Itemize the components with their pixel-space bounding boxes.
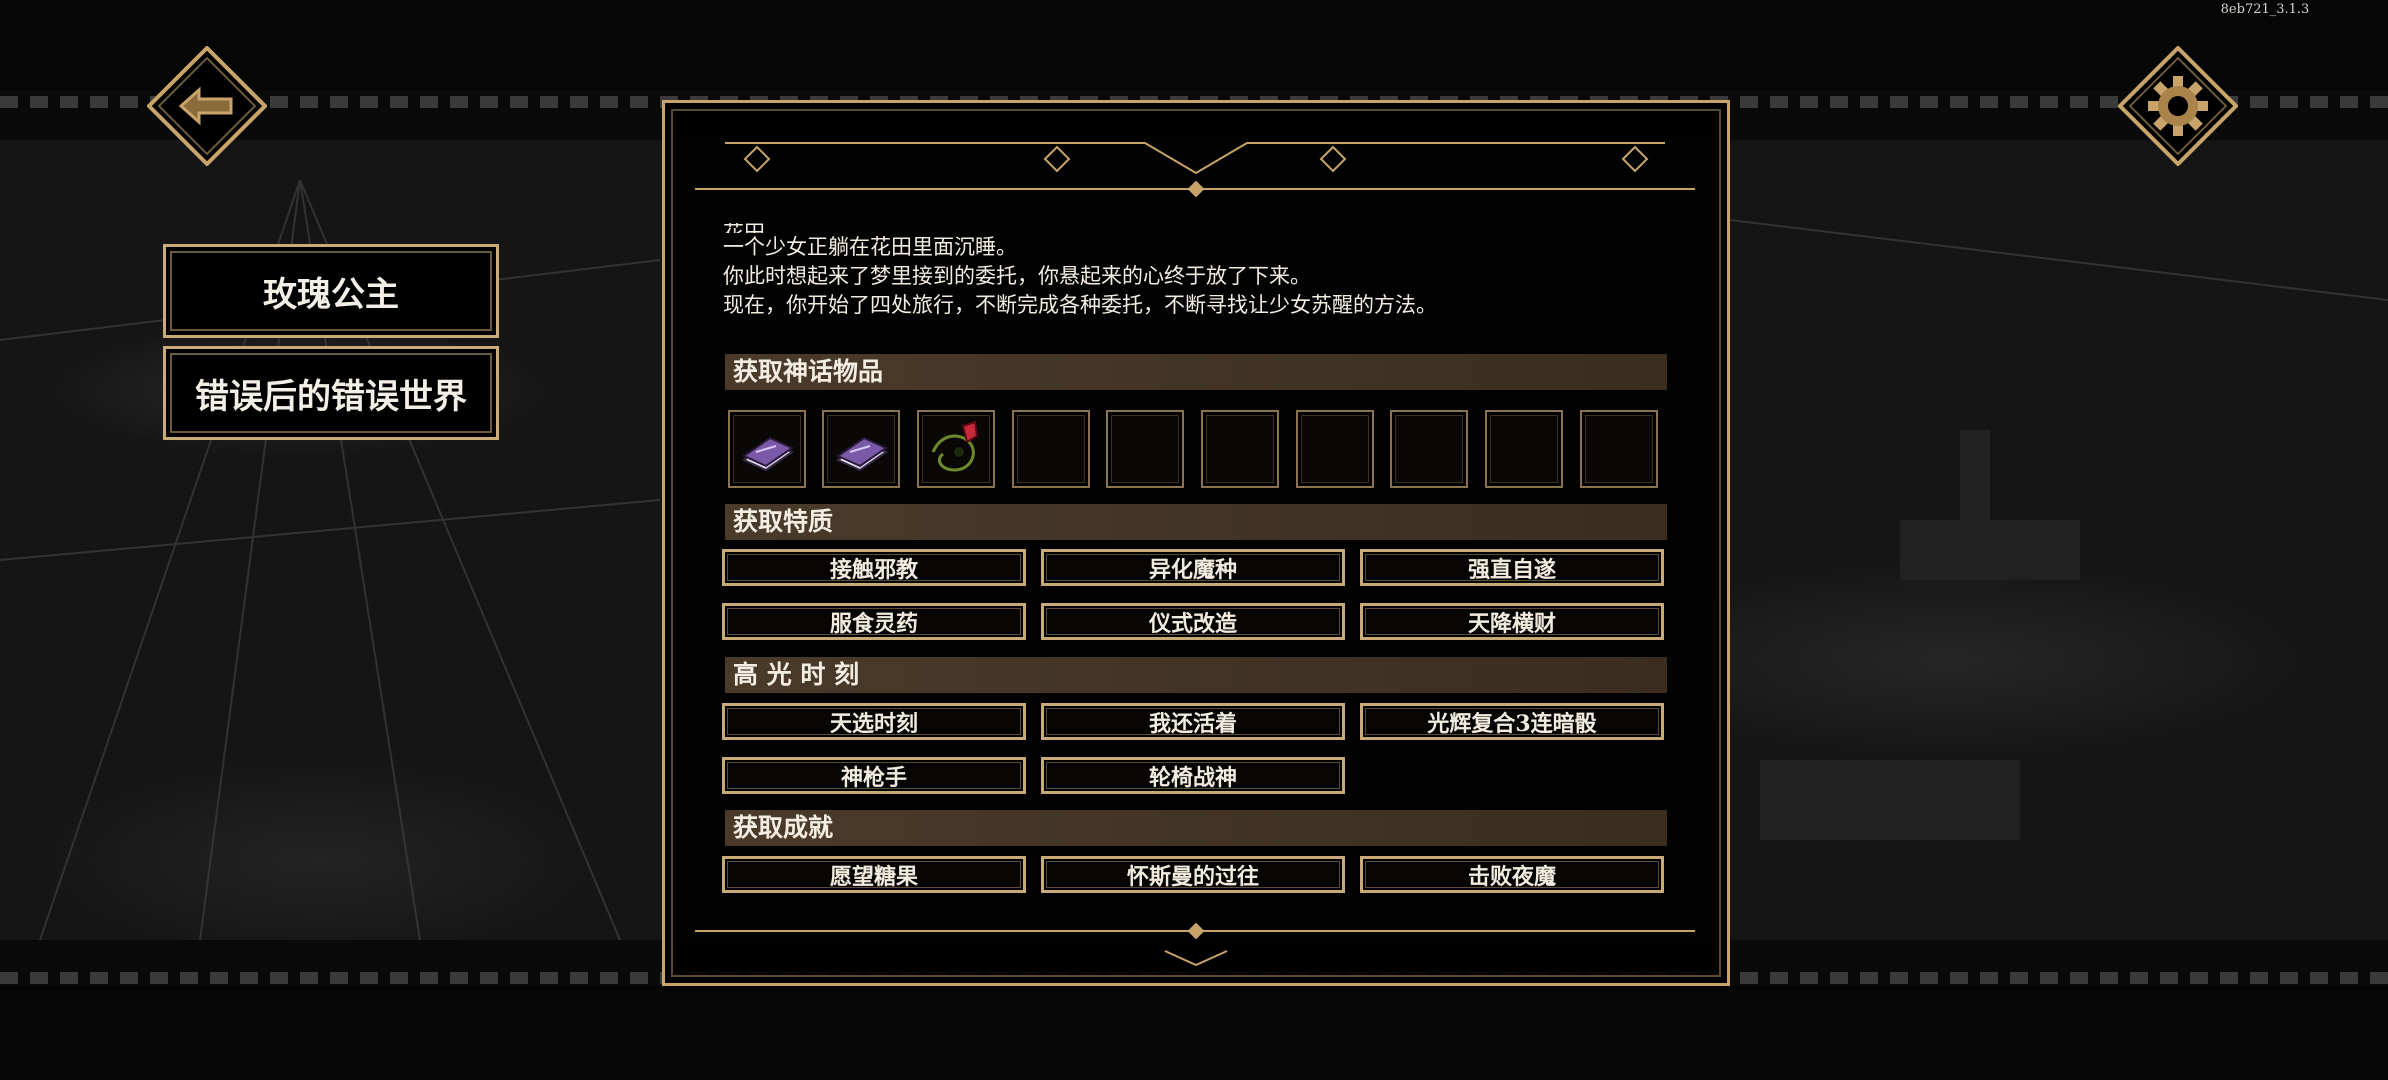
back-button[interactable] (146, 45, 268, 167)
back-arrow-icon (146, 45, 268, 167)
section-title-highlights: 高 光 时 刻 (725, 657, 1667, 693)
tab-label: 错误后的错误世界 (195, 376, 467, 417)
trait-chip[interactable]: 强直自遂 (1360, 549, 1664, 586)
item-slot[interactable] (1390, 410, 1468, 488)
purple-book-icon (835, 436, 889, 472)
settings-button[interactable] (2117, 45, 2239, 167)
story-line: 现在，你开始了四处旅行，不断完成各种委托，不断寻找让少女苏醒的方法。 (723, 293, 1437, 317)
item-slot[interactable] (1106, 410, 1184, 488)
tab-label: 玫瑰公主 (263, 274, 399, 315)
story-line: 你此时想起来了梦里接到的委托，你悬起来的心终于放了下来。 (723, 264, 1311, 288)
top-band (0, 0, 2388, 90)
section-title-items: 获取神话物品 (725, 354, 1667, 390)
trait-chip[interactable]: 异化魔种 (1041, 549, 1345, 586)
highlight-chip[interactable]: 天选时刻 (722, 703, 1026, 740)
trait-chip[interactable]: 服食灵药 (722, 603, 1026, 640)
section-title-traits: 获取特质 (725, 504, 1667, 540)
item-slot[interactable] (1485, 410, 1563, 488)
trait-chip[interactable]: 仪式改造 (1041, 603, 1345, 640)
version-label: 8eb721_3.1.3 (2220, 2, 2310, 17)
item-slot[interactable] (728, 410, 806, 488)
item-slot[interactable] (822, 410, 900, 488)
purple-book-icon (741, 436, 795, 472)
item-slot[interactable] (1296, 410, 1374, 488)
achievement-chip[interactable]: 击败夜魔 (1360, 856, 1664, 893)
item-slot[interactable] (1201, 410, 1279, 488)
tab-rose-princess[interactable]: 玫瑰公主 (163, 244, 499, 338)
achievement-chip[interactable]: 怀斯曼的过往 (1041, 856, 1345, 893)
highlight-chip[interactable]: 我还活着 (1041, 703, 1345, 740)
gear-icon (2117, 45, 2239, 167)
story-cut-line: 花田。 (723, 223, 1683, 233)
highlight-chip[interactable]: 轮椅战神 (1041, 757, 1345, 794)
red-rose-vine-icon (931, 420, 979, 472)
achievement-chip[interactable]: 愿望糖果 (722, 856, 1026, 893)
bottom-band (0, 985, 2388, 1080)
item-slot[interactable] (1580, 410, 1658, 488)
item-slot[interactable] (1012, 410, 1090, 488)
game-screen: 8eb721_3.1.3 玫瑰公主 错误后的错误世界 一个少女正躺在花田里面沉睡… (0, 0, 2388, 1080)
story-text: 花田。 一个少女正躺在花田里面沉睡。 你此时想起来了梦里接到的委托，你悬起来的心… (723, 223, 1683, 335)
item-slot[interactable] (917, 410, 995, 488)
tab-error-world[interactable]: 错误后的错误世界 (163, 346, 499, 440)
section-title-achievements: 获取成就 (725, 810, 1667, 846)
highlight-chip[interactable]: 光辉复合3连暗骰 (1360, 703, 1664, 740)
highlight-chip[interactable]: 神枪手 (722, 757, 1026, 794)
trait-chip[interactable]: 天降横财 (1360, 603, 1664, 640)
ending-panel: 花田。 一个少女正躺在花田里面沉睡。 你此时想起来了梦里接到的委托，你悬起来的心… (662, 100, 1730, 986)
trait-chip[interactable]: 接触邪教 (722, 549, 1026, 586)
story-line: 一个少女正躺在花田里面沉睡。 (723, 235, 1017, 259)
